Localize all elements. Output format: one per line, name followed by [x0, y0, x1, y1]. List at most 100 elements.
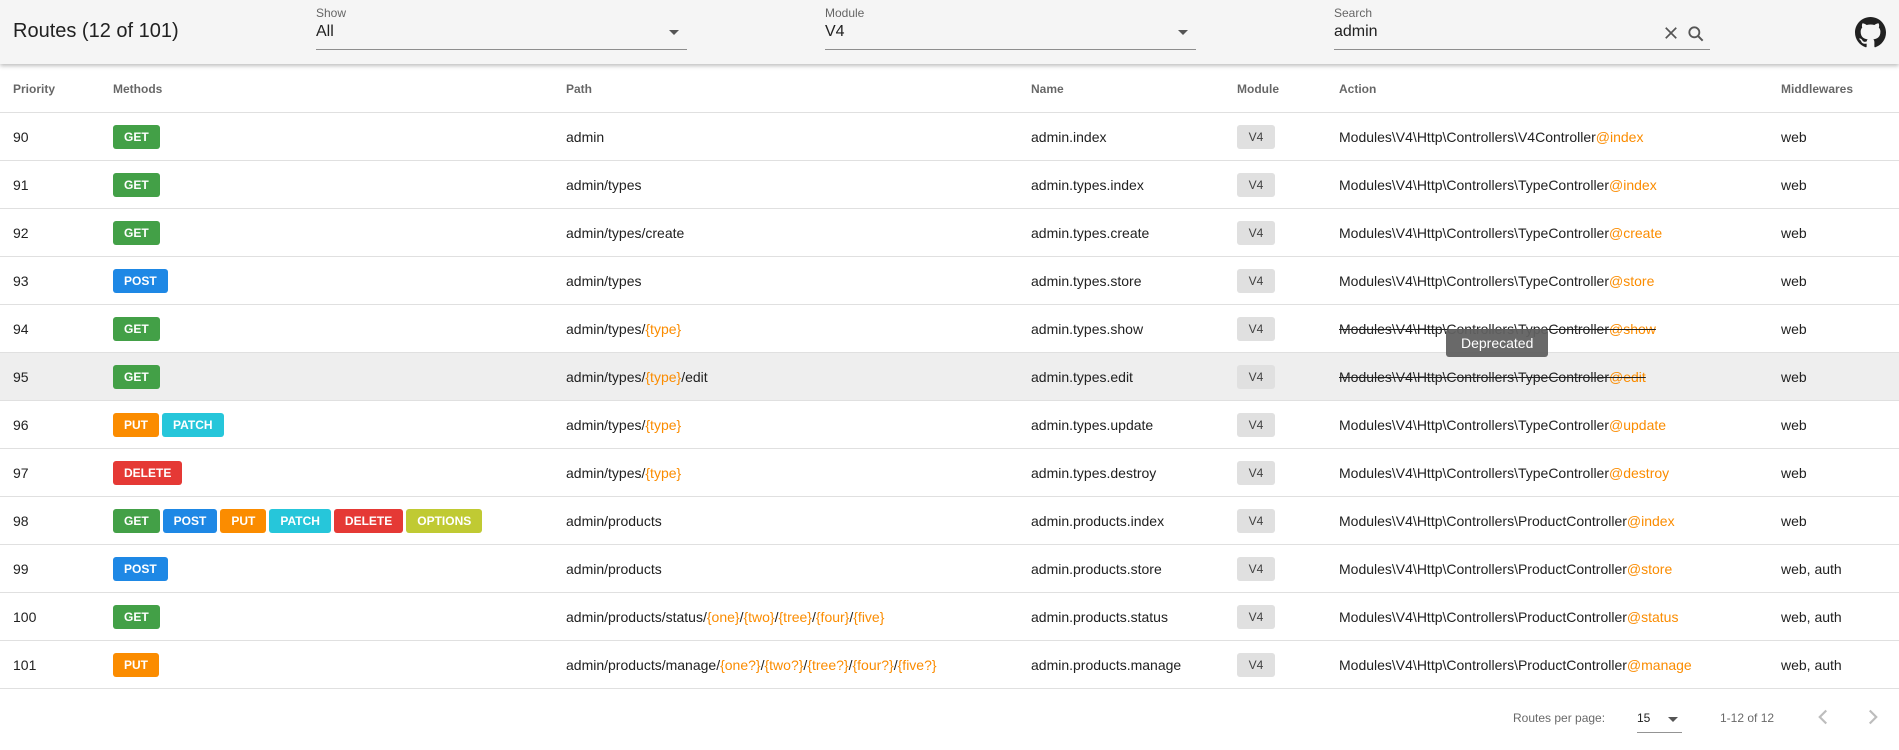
action-text: Modules\V4\Http\Controllers\ProductContr… — [1339, 609, 1678, 625]
methods-cell: GET — [113, 304, 566, 353]
close-icon[interactable] — [1662, 24, 1680, 42]
action-text: Modules\V4\Http\Controllers\ProductContr… — [1339, 657, 1692, 673]
path-segment: admin/products — [566, 512, 662, 529]
column-header-action[interactable]: Action — [1339, 65, 1781, 113]
middlewares-cell: web, auth — [1781, 592, 1899, 641]
methods-cell: POST — [113, 256, 566, 305]
column-header-middlewares[interactable]: Middlewares — [1781, 65, 1899, 113]
rows-per-page-label: Routes per page: — [1513, 711, 1606, 725]
method-badge: GET — [113, 508, 160, 533]
path-parameter: {four} — [815, 608, 850, 625]
table-row[interactable]: 94 GET admin/types/{type} admin.types.show V… — [0, 304, 1899, 353]
table-header-row: Priority Methods Path Name Module Action… — [0, 65, 1899, 113]
rows-per-page-select[interactable]: 15 — [1637, 703, 1682, 733]
path-segment: admin/types/ — [566, 416, 646, 433]
path-segment: admin/types/ — [566, 368, 646, 385]
path-segment: /edit — [681, 368, 708, 385]
table-row[interactable]: 95 GET admin/types/{type}/edit admin.types.… — [0, 352, 1899, 401]
priority-cell: 98 — [0, 496, 113, 545]
path-segment: admin/types — [566, 272, 642, 289]
column-header-priority[interactable]: Priority — [0, 65, 113, 113]
module-chip: V4 — [1237, 172, 1275, 197]
chevron-right-icon[interactable] — [1860, 704, 1886, 730]
path-segment: admin/types/create — [566, 224, 685, 241]
chevron-down-icon[interactable] — [1668, 717, 1678, 722]
module-filter-select[interactable]: Module V4 — [825, 6, 1196, 50]
action-controller: Modules\V4\Http\Controllers\TypeControll… — [1339, 176, 1610, 193]
search-icon[interactable] — [1686, 24, 1706, 44]
action-method: @manage — [1626, 656, 1692, 673]
path-cell: admin/types — [566, 160, 1031, 209]
chevron-down-icon[interactable] — [669, 30, 679, 35]
module-filter-value: V4 — [825, 23, 845, 40]
action-text: Modules\V4\Http\Controllers\V4Controller… — [1339, 129, 1643, 145]
action-method: @index — [1626, 512, 1675, 529]
show-filter-select[interactable]: Show All — [316, 6, 687, 50]
method-badge: POST — [113, 268, 168, 293]
table-row[interactable]: 90 GET admin admin.index V4 Modules\V4\Http\C… — [0, 112, 1899, 161]
module-filter-label: Module — [825, 6, 865, 20]
action-text: Modules\V4\Http\Controllers\TypeControll… — [1339, 177, 1657, 193]
module-chip: V4 — [1237, 268, 1275, 293]
top-toolbar: Routes (12 of 101) Show All Module V4 Se… — [0, 0, 1899, 64]
column-header-path[interactable]: Path — [566, 65, 1031, 113]
action-cell: Modules\V4\Http\Controllers\TypeControll… — [1339, 208, 1781, 257]
module-chip: V4 — [1237, 652, 1275, 677]
module-cell: V4 — [1237, 544, 1339, 593]
methods-cell: PUT PATCH — [113, 400, 566, 449]
table-row[interactable]: 97 DELETE admin/types/{type} admin.types.de… — [0, 448, 1899, 497]
table-row[interactable]: 91 GET admin/types admin.types.index V4 Modul… — [0, 160, 1899, 209]
deprecated-tooltip: Deprecated — [1446, 329, 1549, 357]
path-cell: admin/types — [566, 256, 1031, 305]
name-cell: admin.products.store — [1031, 544, 1237, 593]
methods-cell: GET POST PUT PATCH DELETE OPTIONS — [113, 496, 566, 545]
chevron-left-icon[interactable] — [1810, 704, 1836, 730]
methods-cell: PUT — [113, 640, 566, 689]
action-text: Modules\V4\Http\Controllers\ProductContr… — [1339, 561, 1672, 577]
module-chip: V4 — [1237, 508, 1275, 533]
column-header-module[interactable]: Module — [1237, 65, 1339, 113]
table-row[interactable]: 92 GET admin/types/create admin.types.creat… — [0, 208, 1899, 257]
path-cell: admin — [566, 112, 1031, 161]
priority-cell: 91 — [0, 160, 113, 209]
table-row[interactable]: 96 PUT PATCH admin/types/{type} admin.types.… — [0, 400, 1899, 449]
table-row[interactable]: 100 GET admin/products/status/{one}/{two}/… — [0, 592, 1899, 641]
path-segment: admin/types — [566, 176, 642, 193]
module-cell: V4 — [1237, 304, 1339, 353]
module-chip: V4 — [1237, 364, 1275, 389]
method-badge: GET — [113, 604, 160, 629]
methods-cell: GET — [113, 208, 566, 257]
methods-cell: GET — [113, 352, 566, 401]
table-row[interactable]: 99 POST admin/products admin.products.store… — [0, 544, 1899, 593]
path-parameter: {type} — [645, 368, 682, 385]
pagination-range: 1-12 of 12 — [1720, 711, 1775, 725]
middlewares-cell: web — [1781, 112, 1899, 161]
search-field[interactable]: Search admin — [1334, 6, 1710, 50]
path-cell: admin/types/create — [566, 208, 1031, 257]
table-row[interactable]: 98 GET POST PUT PATCH DELETE OPTIONS admin/prod… — [0, 496, 1899, 545]
column-header-methods[interactable]: Methods — [113, 65, 566, 113]
path-cell: admin/products/manage/{one?}/{two?}/{tre… — [566, 640, 1031, 689]
action-method: @edit — [1609, 368, 1646, 385]
priority-cell: 92 — [0, 208, 113, 257]
column-header-name[interactable]: Name — [1031, 65, 1237, 113]
action-method: @create — [1609, 224, 1663, 241]
middlewares-cell: web — [1781, 208, 1899, 257]
path-segment: admin/types/ — [566, 464, 646, 481]
github-icon[interactable] — [1855, 17, 1886, 48]
path-parameter: {two?} — [764, 656, 804, 673]
action-cell: Modules\V4\Http\Controllers\ProductContr… — [1339, 640, 1781, 689]
middlewares-cell: web, auth — [1781, 544, 1899, 593]
name-cell: admin.types.store — [1031, 256, 1237, 305]
table-row[interactable]: 101 PUT admin/products/manage/{one?}/{two?… — [0, 640, 1899, 689]
table-row[interactable]: 93 POST admin/types admin.types.store V4 Modu… — [0, 256, 1899, 305]
action-controller: Modules\V4\Http\Controllers\TypeControll… — [1339, 272, 1610, 289]
path-cell: admin/types/{type}/edit — [566, 352, 1031, 401]
methods-cell: GET — [113, 160, 566, 209]
action-controller: Modules\V4\Http\Controllers\ProductContr… — [1339, 512, 1627, 529]
search-input[interactable]: admin — [1334, 23, 1378, 41]
name-cell: admin.index — [1031, 112, 1237, 161]
method-badge: PUT — [220, 508, 267, 533]
action-cell: Modules\V4\Http\Controllers\TypeControll… — [1339, 400, 1781, 449]
chevron-down-icon[interactable] — [1178, 30, 1188, 35]
